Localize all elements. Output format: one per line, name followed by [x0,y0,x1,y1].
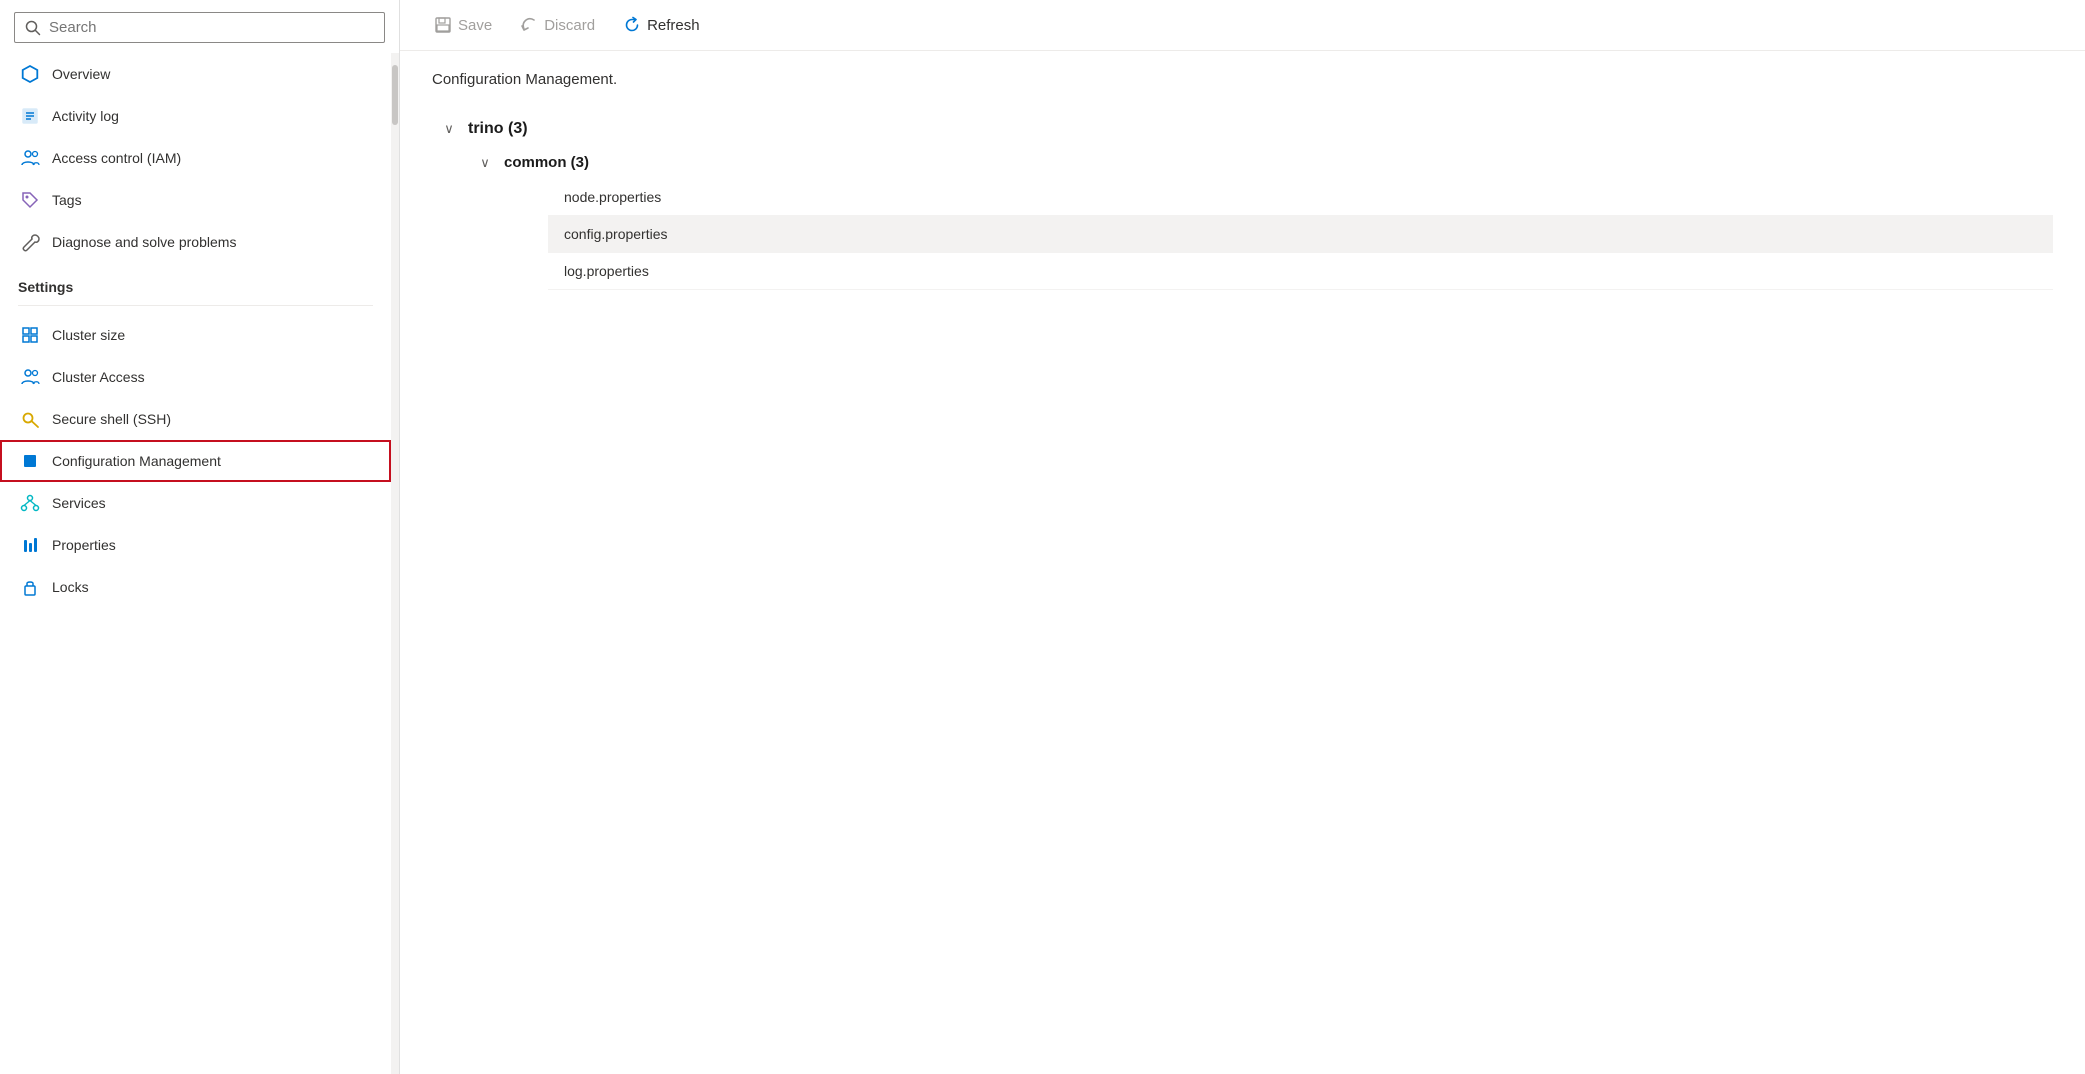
tree-root-row[interactable]: ∨ trino (3) [440,112,2053,146]
sidebar-item-secure-shell-label: Secure shell (SSH) [52,411,171,427]
wrench-icon [20,232,40,252]
sidebar: Overview Activity log [0,0,400,1074]
sidebar-item-properties[interactable]: Properties [0,524,391,566]
tree-root-chevron: ∨ [440,121,458,137]
sidebar-item-tags[interactable]: Tags [0,179,391,221]
sidebar-item-locks-label: Locks [52,579,89,595]
lock-icon [20,577,40,597]
grid-icon [20,325,40,345]
sidebar-item-tags-label: Tags [52,192,82,208]
sidebar-item-diagnose[interactable]: Diagnose and solve problems [0,221,391,263]
leaf-config-properties-label: config.properties [564,226,668,242]
sidebar-item-locks[interactable]: Locks [0,566,391,608]
hexagon-icon [20,64,40,84]
main-content: Save Discard Refresh Configuration Manag… [400,0,2085,1074]
sidebar-item-services[interactable]: Services [0,482,391,524]
cluster-access-icon [20,367,40,387]
sidebar-item-diagnose-label: Diagnose and solve problems [52,234,236,250]
sub-tree-row[interactable]: ∨ common (3) [476,146,2053,179]
sidebar-item-secure-shell[interactable]: Secure shell (SSH) [0,398,391,440]
leaf-log-properties-label: log.properties [564,263,649,279]
refresh-button[interactable]: Refresh [613,10,710,40]
sidebar-item-access-control-label: Access control (IAM) [52,150,181,166]
sub-tree-label: common (3) [504,154,589,171]
key-icon [20,409,40,429]
tag-icon [20,190,40,210]
sidebar-item-properties-label: Properties [52,537,116,553]
settings-divider [18,305,373,306]
refresh-label: Refresh [647,17,700,34]
save-label: Save [458,17,492,34]
toolbar: Save Discard Refresh [400,0,2085,51]
services-icon [20,493,40,513]
leaf-items: node.properties config.properties log.pr… [548,179,2053,290]
sidebar-scrollbar[interactable] [391,53,399,1074]
sidebar-item-services-label: Services [52,495,106,511]
leaf-node-properties-label: node.properties [564,189,661,205]
sub-tree: ∨ common (3) node.properties config.prop… [476,146,2053,290]
sidebar-item-config-management[interactable]: Configuration Management [0,440,391,482]
sidebar-item-overview-label: Overview [52,66,110,82]
sidebar-top [0,0,399,53]
discard-button[interactable]: Discard [510,10,605,40]
people-icon [20,148,40,168]
sidebar-item-cluster-access[interactable]: Cluster Access [0,356,391,398]
save-button[interactable]: Save [424,10,502,40]
config-icon [20,451,40,471]
tree-view: ∨ trino (3) ∨ common (3) node.properties… [440,112,2053,290]
sidebar-item-access-control[interactable]: Access control (IAM) [0,137,391,179]
sidebar-item-config-management-label: Configuration Management [52,453,221,469]
sidebar-scroll-thumb[interactable] [392,65,398,125]
refresh-icon [623,16,641,34]
sidebar-item-overview[interactable]: Overview [0,53,391,95]
save-icon [434,16,452,34]
leaf-node-properties[interactable]: node.properties [548,179,2053,216]
list-icon [20,106,40,126]
leaf-log-properties[interactable]: log.properties [548,253,2053,290]
sidebar-item-cluster-size[interactable]: Cluster size [0,314,391,356]
sidebar-inner: Overview Activity log [0,53,399,1074]
discard-label: Discard [544,17,595,34]
search-box[interactable] [14,12,385,43]
tree-root-label: trino (3) [468,120,528,138]
sidebar-item-activity-log[interactable]: Activity log [0,95,391,137]
sub-tree-chevron: ∨ [476,155,494,171]
sidebar-item-cluster-access-label: Cluster Access [52,369,145,385]
leaf-config-properties[interactable]: config.properties [548,216,2053,253]
discard-icon [520,16,538,34]
properties-icon [20,535,40,555]
page-title: Configuration Management. [432,71,2053,88]
search-input[interactable] [49,19,374,36]
content-area: Configuration Management. ∨ trino (3) ∨ … [400,51,2085,1074]
sidebar-nav: Overview Activity log [0,53,391,1074]
sidebar-item-activity-log-label: Activity log [52,108,119,124]
search-icon [25,20,41,36]
settings-section-label: Settings [0,263,391,301]
sidebar-item-cluster-size-label: Cluster size [52,327,125,343]
